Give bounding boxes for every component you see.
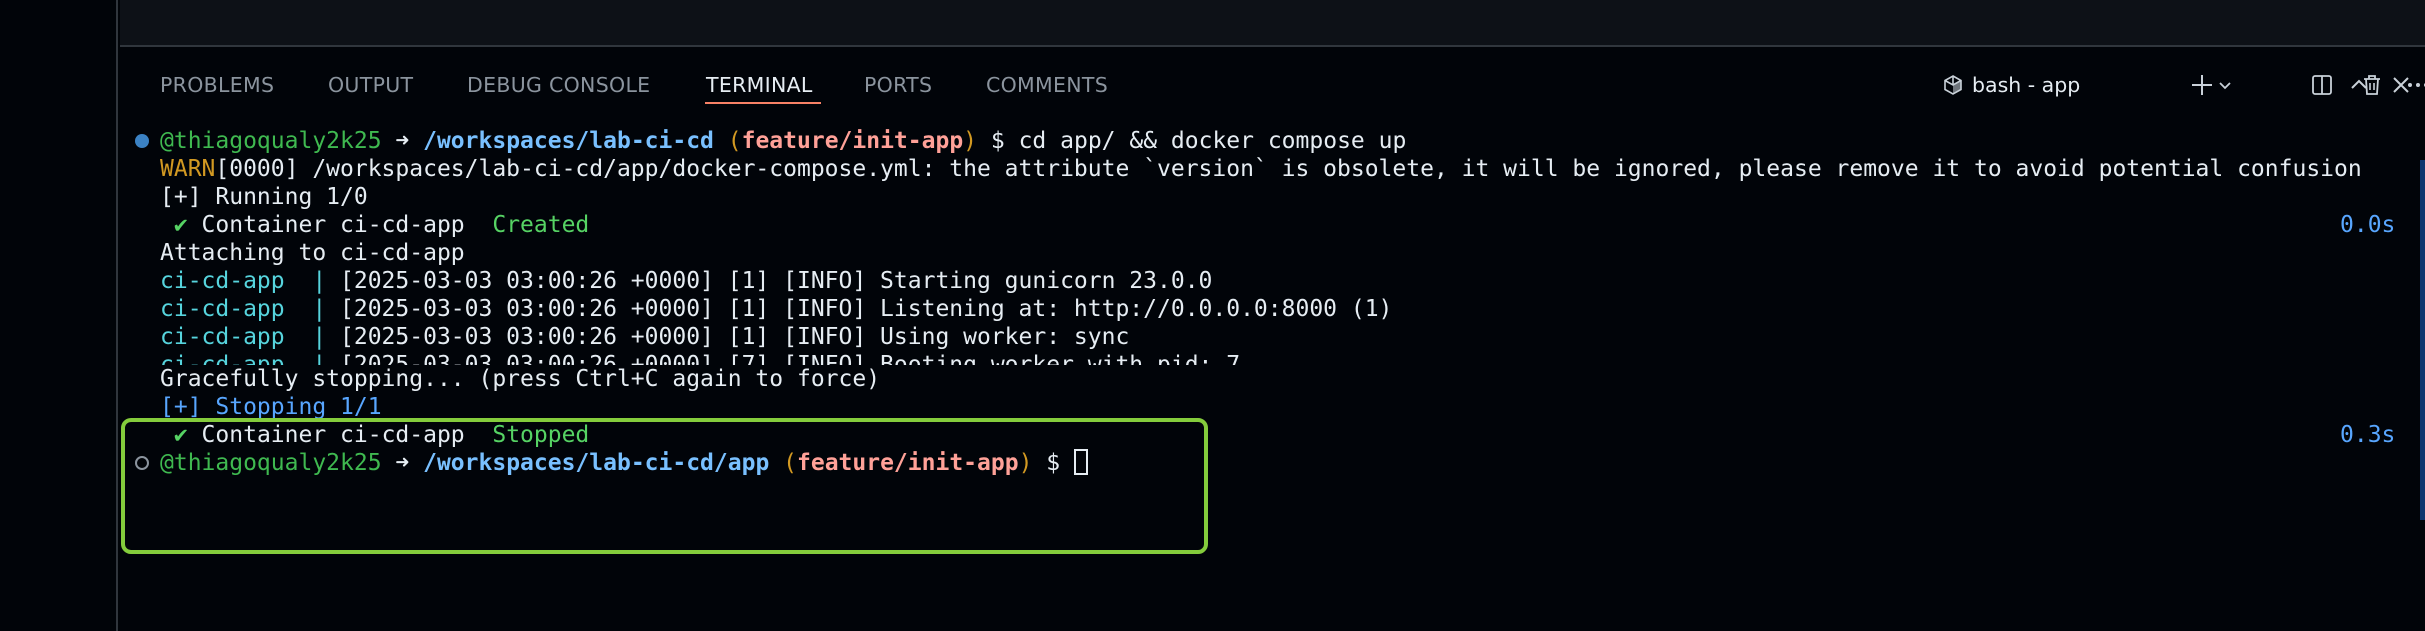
prompt-dollar: $ (1032, 450, 1074, 476)
log-text: [2025-03-03 03:00:26 +0000] [1] [INFO] L… (340, 296, 1393, 322)
prompt-branch: feature/init-app (741, 128, 964, 154)
prompt-dollar: $ (977, 128, 1019, 154)
tab-output[interactable]: OUTPUT (328, 70, 413, 100)
vscode-window: PROBLEMS OUTPUT DEBUG CONSOLE TERMINAL P… (0, 0, 2425, 631)
branch-paren-open: ( (713, 128, 742, 154)
prompt-path: /workspaces/lab-ci-cd/app (423, 450, 770, 476)
prompt-branch: feature/init-app (797, 450, 1019, 476)
tab-comments[interactable]: COMMENTS (986, 70, 1108, 100)
running-line: [+] Running 1/0 (160, 184, 368, 210)
container-text: Container ci-cd-app (187, 422, 493, 448)
editor-area (120, 0, 2425, 47)
log-text: [2025-03-03 03:00:26 +0000] [1] [INFO] S… (340, 268, 1213, 294)
check-mark: ✔ (160, 212, 188, 238)
warn-line: WARN[0000] /workspaces/lab-ci-cd/app/doc… (160, 155, 2362, 183)
warn-text: [0000] /workspaces/lab-ci-cd/app/docker-… (215, 156, 2362, 182)
split-terminal-icon (2310, 73, 2334, 97)
prompt-arrow: ➜ (381, 128, 424, 154)
terminal-selector[interactable]: bash - app (1942, 67, 2080, 103)
log-prefix: ci-cd-app | (160, 268, 341, 294)
close-panel-button[interactable] (2390, 67, 2412, 103)
split-terminal-button[interactable] (2310, 67, 2334, 103)
tab-ports[interactable]: PORTS (864, 70, 932, 100)
stopping-line: [+] Stopping 1/1 (160, 394, 382, 420)
prompt-line-2: @thiagoqualy2k25 ➜ /workspaces/lab-ci-cd… (160, 449, 1088, 477)
activity-bar-area (0, 0, 118, 631)
log-prefix: ci-cd-app | (160, 324, 341, 350)
terminal-output[interactable]: @thiagoqualy2k25 ➜ /workspaces/lab-ci-cd… (120, 115, 2425, 631)
maximize-panel-button[interactable] (2348, 67, 2370, 103)
terminal-cursor (1073, 449, 1088, 475)
branch-paren-close: ) (1018, 450, 1033, 476)
graceful-line: Gracefully stopping... (press Ctrl+C aga… (160, 366, 881, 392)
maximize-panel-icon (2348, 74, 2370, 96)
attaching-line: Attaching to ci-cd-app (160, 240, 465, 266)
prompt-user: @thiagoqualy2k25 (160, 128, 382, 154)
log-line: ci-cd-app | [2025-03-03 03:00:26 +0000] … (160, 295, 1392, 323)
created-status: Created (492, 212, 590, 238)
branch-paren-close: ) (963, 128, 978, 154)
terminal-name: bash - app (1972, 73, 2081, 97)
check-mark: ✔ (160, 422, 188, 448)
warn-tag: WARN (160, 156, 216, 182)
log-prefix: ci-cd-app | (160, 352, 341, 365)
prompt-path: /workspaces/lab-ci-cd (423, 128, 714, 154)
tab-debug-console[interactable]: DEBUG CONSOLE (467, 70, 650, 100)
command-decoration-pending (135, 456, 149, 470)
stopped-duration: 0.3s (2340, 422, 2396, 448)
terminal-icon (1942, 74, 1964, 96)
log-text: [2025-03-03 03:00:26 +0000] [7] [INFO] B… (340, 352, 1241, 365)
close-icon (2390, 74, 2412, 96)
chevron-down-icon (2217, 77, 2233, 93)
scrollbar[interactable] (2420, 160, 2425, 520)
log-line: ci-cd-app | [2025-03-03 03:00:26 +0000] … (160, 323, 1129, 351)
bottom-panel: PROBLEMS OUTPUT DEBUG CONSOLE TERMINAL P… (120, 49, 2425, 631)
log-text: [2025-03-03 03:00:26 +0000] [1] [INFO] U… (340, 324, 1130, 350)
log-line: ci-cd-app | [2025-03-03 03:00:26 +0000] … (160, 267, 1212, 295)
branch-paren-open: ( (769, 450, 797, 476)
prompt-line-1: @thiagoqualy2k25 ➜ /workspaces/lab-ci-cd… (160, 127, 1406, 155)
command-text: cd app/ && docker compose up (1018, 128, 1407, 154)
plus-icon (2189, 72, 2215, 98)
tab-problems[interactable]: PROBLEMS (160, 70, 274, 100)
new-terminal-button[interactable] (2189, 67, 2215, 103)
active-tab-indicator (705, 102, 821, 104)
command-decoration-success (135, 134, 149, 148)
container-text: Container ci-cd-app (187, 212, 493, 238)
terminal-dropdown-button[interactable] (2217, 67, 2233, 103)
created-line: ✔ Container ci-cd-app Created (160, 211, 589, 239)
stopped-status: Stopped (492, 422, 590, 448)
prompt-user: @thiagoqualy2k25 (160, 450, 382, 476)
stopped-line: ✔ Container ci-cd-app Stopped (160, 421, 589, 449)
log-line: ci-cd-app | [2025-03-03 03:00:26 +0000] … (160, 351, 1240, 365)
tab-terminal[interactable]: TERMINAL (706, 70, 813, 100)
log-prefix: ci-cd-app | (160, 296, 341, 322)
created-duration: 0.0s (2340, 212, 2396, 238)
prompt-arrow: ➜ (381, 450, 424, 476)
terminal-scrollback: @thiagoqualy2k25 ➜ /workspaces/lab-ci-cd… (120, 115, 2425, 365)
panel-tab-bar: PROBLEMS OUTPUT DEBUG CONSOLE TERMINAL P… (120, 49, 2425, 115)
